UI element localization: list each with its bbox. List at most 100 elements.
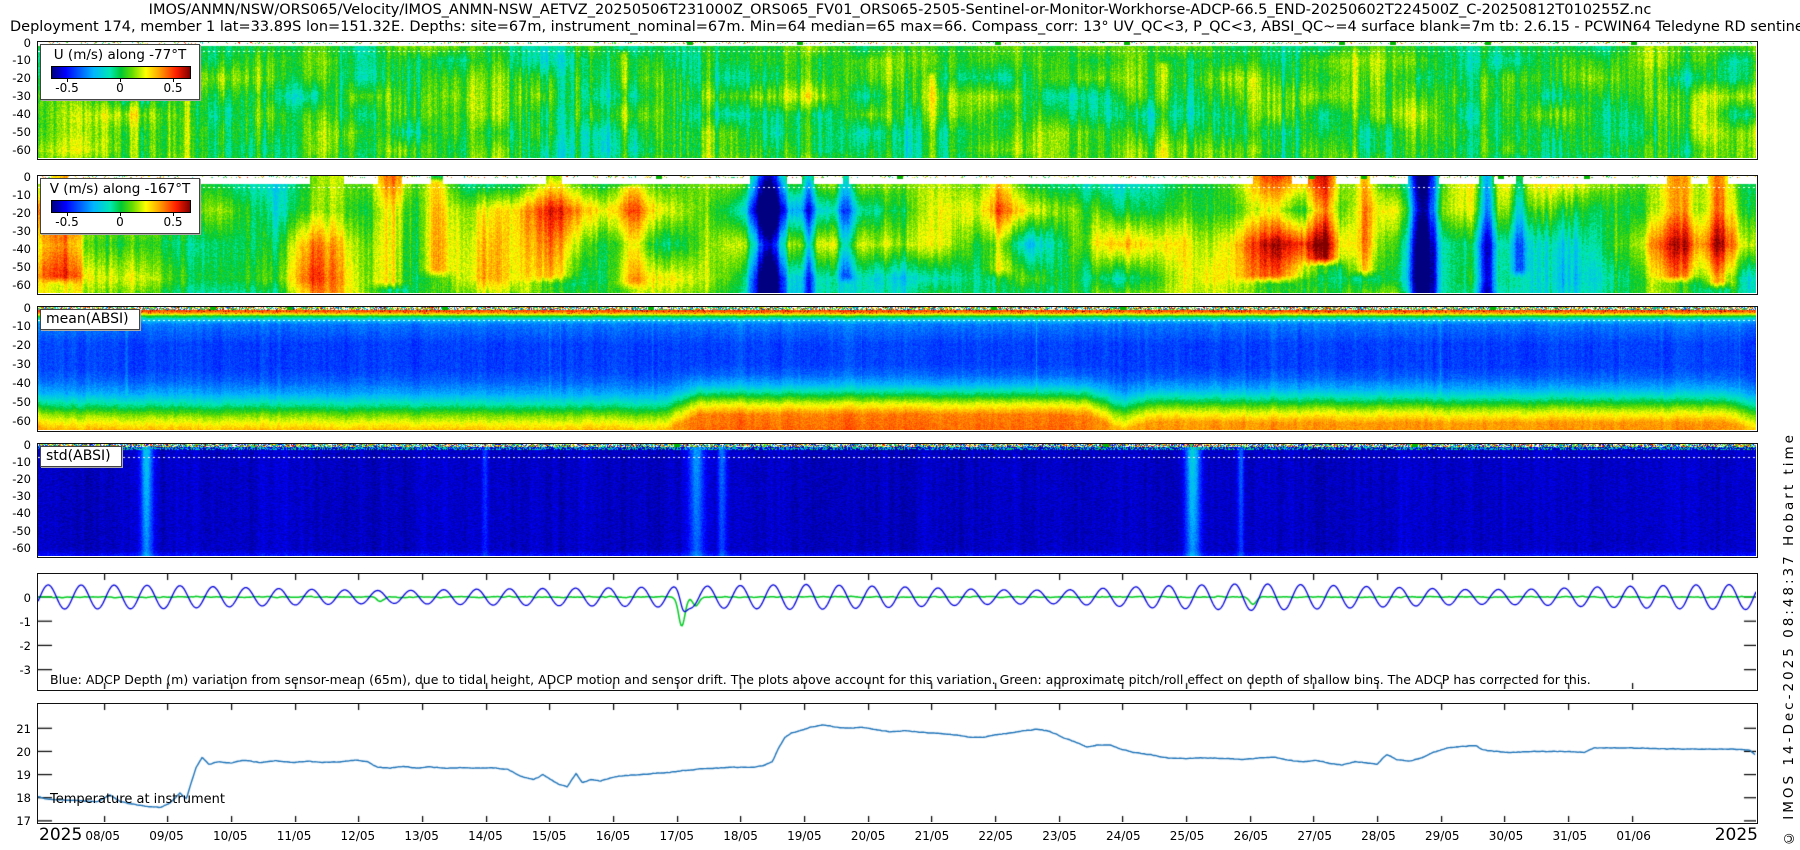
colorbar-tick-label: 0.5: [163, 81, 183, 95]
y-tick-label: 19: [16, 768, 31, 783]
y-tick-label: 0: [23, 590, 31, 605]
x-tick-label: 18/05: [723, 829, 758, 843]
y-tick-label: -20: [12, 205, 31, 220]
x-axis-date-labels: 08/05 09/05 10/05 11/05 12/05 13/05 14/05 15/05…: [0, 829, 1800, 847]
y-tick-label: -10: [12, 454, 31, 469]
y-tick-label: -30: [12, 489, 31, 504]
colorbar-tick-label: 0.5: [163, 215, 183, 229]
x-tick-label: 11/05: [276, 829, 312, 843]
y-tick-label: -60: [12, 142, 31, 157]
y-tick-label: -2: [19, 638, 31, 653]
x-tick-label: 15/05: [531, 829, 567, 843]
x-tick-label: 27/05: [1297, 829, 1332, 843]
y-tick-label: -40: [12, 241, 31, 256]
x-tick-label: 21/05: [914, 829, 950, 843]
absi-std-heatmap: [38, 444, 1756, 556]
y-tick-label: -50: [12, 523, 31, 538]
panel-depth-variation: Blue: ADCP Depth (m) variation from sens…: [37, 573, 1758, 691]
x-tick-label: 14/05: [468, 829, 503, 843]
y-tick-label: -30: [12, 223, 31, 238]
y-tick-label: 0: [23, 300, 31, 315]
absi-mean-label-box: mean(ABSI): [40, 309, 140, 330]
panel-absi-std: std(ABSI): [37, 443, 1758, 558]
absi-std-label-box: std(ABSI): [40, 446, 122, 467]
y-tick-label: 20: [16, 744, 31, 759]
panel-v-velocity: V (m/s) along -167°T -0.5 0 0.5: [37, 175, 1758, 295]
x-tick-label: 16/05: [595, 829, 631, 843]
x-tick-label: 29/05: [1424, 829, 1460, 843]
v-colorbar-gradient: [51, 200, 191, 213]
y-axis-depth-absi-std: 0 -10 -20 -30 -40 -50 -60: [0, 438, 34, 558]
x-tick-label: 24/05: [1106, 829, 1141, 843]
y-tick-label: -50: [12, 395, 31, 410]
colorbar-tick-label: 0: [116, 81, 124, 95]
y-tick-label: 0: [23, 437, 31, 452]
x-tick-label: 19/05: [787, 829, 822, 843]
y-tick-label: -60: [12, 277, 31, 292]
x-axis-year-left: 2025: [39, 825, 83, 845]
panel-u-velocity: U (m/s) along -77°T -0.5 0 0.5: [37, 41, 1758, 160]
x-tick-label: 22/05: [978, 829, 1014, 843]
y-tick-label: -10: [12, 319, 31, 334]
y-tick-label: 0: [23, 169, 31, 184]
x-tick-label: 25/05: [1169, 829, 1205, 843]
x-tick-label: 12/05: [340, 829, 376, 843]
temperature-plot: [38, 704, 1756, 822]
x-tick-label: 01/06: [1616, 829, 1651, 843]
x-tick-label: 13/05: [404, 829, 439, 843]
x-tick-label: 20/05: [850, 829, 886, 843]
v-velocity-heatmap: [38, 176, 1756, 293]
y-axis-depth-absi-mean: 0 -10 -20 -30 -40 -50 -60: [0, 301, 34, 432]
y-tick-label: -3: [19, 663, 31, 678]
u-colorbar-legend: U (m/s) along -77°T -0.5 0 0.5: [40, 44, 200, 100]
x-tick-label: 09/05: [149, 829, 184, 843]
y-tick-label: 21: [16, 721, 31, 736]
title-filename: IMOS/ANMN/NSW/ORS065/Velocity/IMOS_ANMN-…: [148, 2, 1652, 18]
y-tick-label: -1: [19, 614, 31, 629]
absi-mean-heatmap: [38, 307, 1756, 430]
y-tick-label: -60: [12, 540, 31, 555]
y-tick-label: 18: [16, 791, 31, 806]
x-tick-label: 08/05: [85, 829, 120, 843]
y-tick-label: -30: [12, 357, 31, 372]
y-tick-label: -20: [12, 471, 31, 486]
v-legend-title: V (m/s) along -167°T: [49, 181, 191, 197]
v-colorbar-legend: V (m/s) along -167°T -0.5 0 0.5: [40, 178, 200, 234]
y-tick-label: -20: [12, 71, 31, 86]
y-tick-label: -50: [12, 124, 31, 139]
y-axis-depth-variation: 0 -1 -2 -3: [0, 573, 34, 691]
u-colorbar-gradient: [51, 66, 191, 79]
y-tick-label: -40: [12, 506, 31, 521]
y-axis-depth-v: 0 -10 -20 -30 -40 -50 -60: [0, 170, 34, 295]
title-deployment-info: Deployment 174, member 1 lat=33.89S lon=…: [10, 19, 1800, 35]
panel-temperature: Temperature at instrument: [37, 703, 1758, 824]
x-tick-label: 28/05: [1361, 829, 1396, 843]
depth-variation-note: Blue: ADCP Depth (m) variation from sens…: [50, 672, 1591, 687]
y-tick-label: -60: [12, 414, 31, 429]
colorbar-tick-label: -0.5: [55, 81, 79, 95]
x-tick-label: 10/05: [212, 829, 248, 843]
y-axis-depth-u: 0 -10 -20 -30 -40 -50 -60: [0, 36, 34, 160]
copyright-stamp: © IMOS 14-Dec-2025 08:48:37 Hobart time: [1781, 432, 1797, 846]
y-tick-label: -40: [12, 376, 31, 391]
y-tick-label: 0: [23, 35, 31, 50]
y-tick-label: -40: [12, 106, 31, 121]
colorbar-tick-label: -0.5: [55, 215, 79, 229]
y-tick-label: -10: [12, 187, 31, 202]
x-tick-label: 23/05: [1042, 829, 1077, 843]
x-tick-label: 17/05: [659, 829, 695, 843]
y-tick-label: 17: [16, 814, 31, 829]
y-tick-label: -10: [12, 53, 31, 68]
x-tick-label: 31/05: [1552, 829, 1588, 843]
temperature-label: Temperature at instrument: [50, 792, 225, 807]
u-legend-title: U (m/s) along -77°T: [53, 47, 187, 63]
y-tick-label: -30: [12, 89, 31, 104]
x-axis-year-right: 2025: [1714, 825, 1758, 845]
adcp-summary-figure: IMOS/ANMN/NSW/ORS065/Velocity/IMOS_ANMN-…: [0, 0, 1800, 850]
x-tick-label: 30/05: [1488, 829, 1524, 843]
y-axis-temperature: 17 18 19 20 21: [0, 703, 34, 829]
x-tick-label: 26/05: [1233, 829, 1269, 843]
panel-absi-mean: mean(ABSI): [37, 306, 1758, 432]
y-tick-label: -50: [12, 259, 31, 274]
u-velocity-heatmap: [38, 42, 1756, 158]
